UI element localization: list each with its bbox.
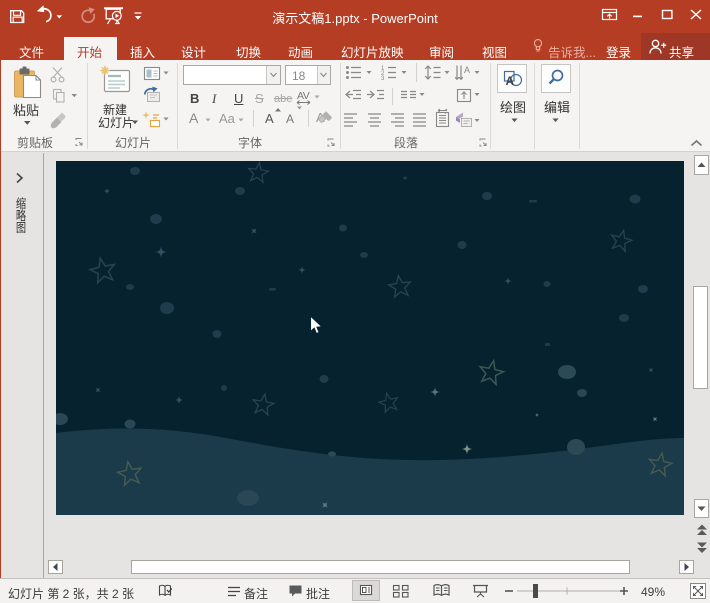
svg-text:3: 3 — [381, 76, 385, 82]
svg-text:A: A — [506, 74, 515, 88]
svg-text:A: A — [464, 65, 470, 75]
